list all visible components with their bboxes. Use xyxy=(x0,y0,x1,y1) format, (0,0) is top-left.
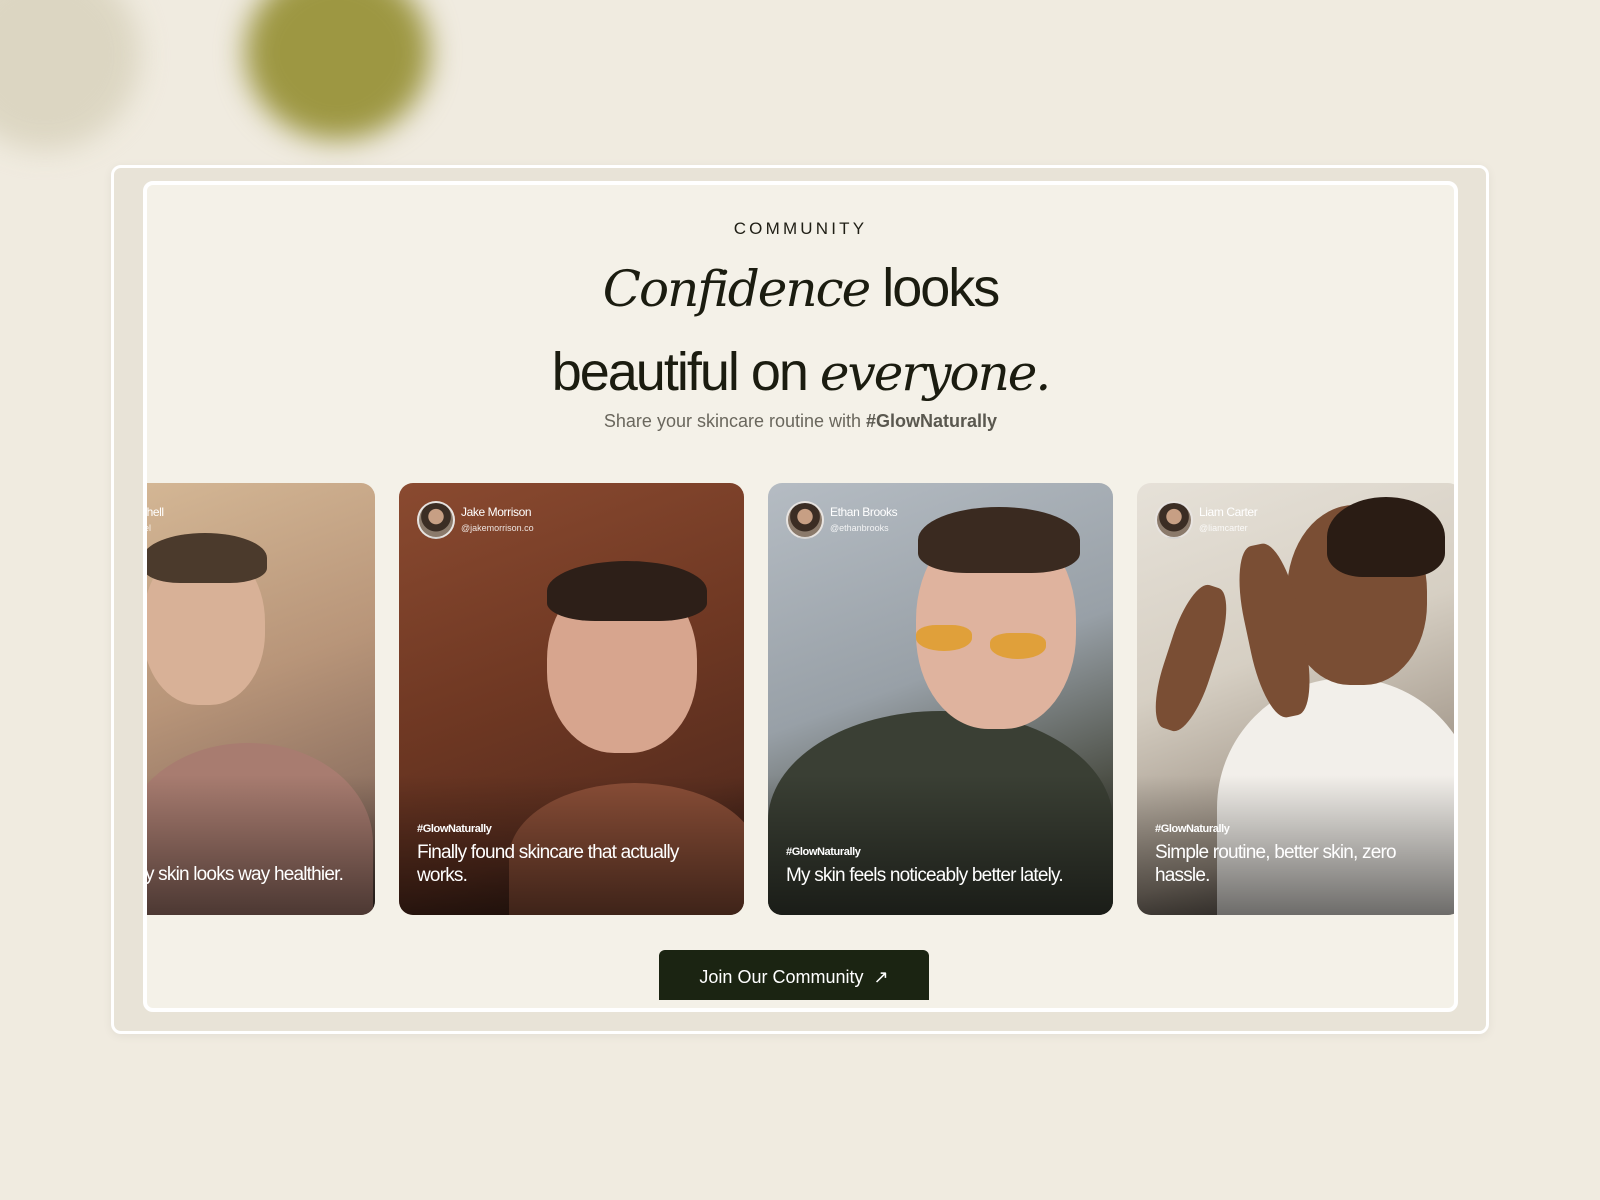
headline-sans-word-2: beautiful on xyxy=(551,342,820,402)
section-eyebrow: COMMUNITY xyxy=(733,219,868,238)
card-caption: My skin feels noticeably better lately. xyxy=(786,865,1064,886)
card-hashtag: #GlowNaturally xyxy=(1155,823,1230,835)
eye-patch xyxy=(990,633,1046,659)
subtitle-hashtag: #GlowNaturally xyxy=(866,411,998,431)
card-caption: y skin looks way healthier. xyxy=(145,864,344,885)
arrow-up-right-icon: ↗ xyxy=(873,967,889,987)
testimonial-card[interactable]: Jake Morrison @jakemorrison.co #GlowNatu… xyxy=(399,483,744,915)
join-community-button[interactable]: Join Our Community ↗ xyxy=(659,950,929,1000)
testimonial-card[interactable]: Liam Carter @liamcarter #GlowNaturally S… xyxy=(1137,483,1454,915)
decorative-blob-olive xyxy=(245,0,430,140)
user-handle: @jakemorrison.co xyxy=(461,523,534,533)
testimonial-card[interactable]: Ethan Brooks @ethanbrooks #GlowNaturally… xyxy=(768,483,1113,915)
headline-serif-word-1: Confidence xyxy=(602,260,871,318)
card-caption: Simple routine, better skin, zero hassle… xyxy=(1155,842,1397,886)
user-name: Ethan Brooks xyxy=(830,505,898,519)
user-name: Liam Carter xyxy=(1199,505,1258,519)
headline-sans-word-1: looks xyxy=(869,258,1000,318)
section-subtitle: Share your skincare routine with #GlowNa… xyxy=(147,411,1454,432)
user-avatar xyxy=(1155,501,1193,539)
headline-serif-word-2: everyone. xyxy=(819,344,1051,402)
user-handle: @liamcarter xyxy=(1199,523,1248,533)
user-name: Jake Morrison xyxy=(461,505,532,519)
decorative-blob-light xyxy=(0,0,140,150)
card-hashtag: #GlowNaturally xyxy=(786,846,861,858)
eye-patch xyxy=(916,625,972,651)
user-handle: @ethanbrooks xyxy=(830,523,889,533)
card-caption: Finally found skincare that actually wor… xyxy=(417,842,679,886)
user-name: …hell xyxy=(146,505,164,519)
card-shade xyxy=(147,775,375,915)
join-community-label: Join Our Community xyxy=(699,966,864,987)
testimonial-card[interactable]: …hell …el y skin looks way healthier. xyxy=(144,483,375,915)
card-hashtag: #GlowNaturally xyxy=(417,823,492,835)
card-shade xyxy=(768,775,1113,915)
user-avatar xyxy=(786,501,824,539)
user-avatar xyxy=(417,501,455,539)
section-headline: Confidence looks beautiful on everyone. xyxy=(147,253,1454,421)
user-handle: …el xyxy=(144,523,152,533)
subtitle-text: Share your skincare routine with xyxy=(603,411,867,431)
community-section: COMMUNITY Confidence looks beautiful on … xyxy=(143,181,1458,1012)
